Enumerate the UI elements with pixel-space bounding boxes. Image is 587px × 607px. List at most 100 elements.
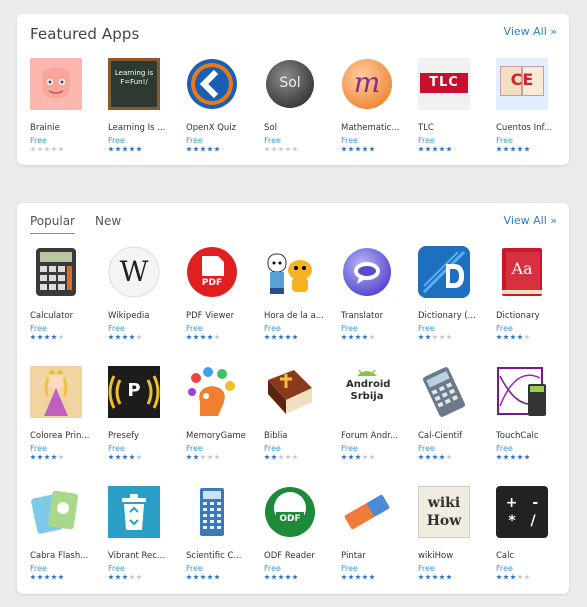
app-tile-odf-reader[interactable]: ODF ODF Reader Free <box>264 486 338 580</box>
star-icon <box>271 146 277 152</box>
calc-icon-text: + - * / <box>505 495 539 529</box>
star-icon <box>439 574 445 580</box>
star-icon <box>432 454 438 460</box>
star-icon <box>122 146 128 152</box>
cuentos-icon-text: CE <box>510 70 534 89</box>
star-icon <box>30 146 36 152</box>
app-tile-pintar[interactable]: Pintar Free <box>341 486 415 580</box>
star-icon <box>37 574 43 580</box>
app-tile-tlc[interactable]: TLC TLC Free <box>418 58 492 152</box>
app-tile-calculator[interactable]: Calculator Free <box>30 246 104 340</box>
star-icon <box>207 146 213 152</box>
app-price: Free <box>341 564 358 573</box>
app-tile-pdf-viewer[interactable]: PDF PDF Viewer Free <box>186 246 260 340</box>
app-tile-openx-quiz[interactable]: OpenX Quiz Free <box>186 58 260 152</box>
star-icon <box>186 146 192 152</box>
app-name: Cabra Flash... <box>30 551 89 561</box>
star-icon <box>503 334 509 340</box>
pdf-icon-text: PDF <box>201 278 223 288</box>
tab-popular[interactable]: Popular <box>30 214 75 234</box>
app-price: Free <box>108 564 125 573</box>
featured-view-all-link[interactable]: View All » <box>504 25 557 38</box>
star-icon <box>115 146 121 152</box>
star-icon <box>108 146 114 152</box>
app-tile-sol[interactable]: Sol Sol Free <box>264 58 338 152</box>
app-name: Calculator <box>30 311 74 321</box>
app-tile-mathematic[interactable]: m Mathematic... Free <box>341 58 415 152</box>
star-icon <box>193 574 199 580</box>
star-icon <box>207 574 213 580</box>
star-icon <box>362 334 368 340</box>
popular-view-all-link[interactable]: View All » <box>504 214 557 227</box>
star-icon <box>524 146 530 152</box>
app-tile-presefy[interactable]: P Presefy Free <box>108 366 182 460</box>
app-name: MemoryGame <box>186 431 246 441</box>
star-icon <box>341 146 347 152</box>
star-icon <box>30 334 36 340</box>
star-icon <box>51 454 57 460</box>
dict-icon-text: Aa <box>511 259 533 278</box>
star-rating <box>108 574 182 580</box>
calculator-icon <box>30 246 82 298</box>
app-tile-translator[interactable]: Translator Free <box>341 246 415 340</box>
app-tile-biblia[interactable]: Biblia Free <box>264 366 338 460</box>
star-icon <box>369 574 375 580</box>
app-tile-scientific-calc[interactable]: Scientific C... Free <box>186 486 260 580</box>
app-tile-brainie[interactable]: Brainie Free <box>30 58 104 152</box>
app-tile-calc[interactable]: + - * / Calc Free <box>496 486 570 580</box>
star-icon <box>503 454 509 460</box>
tab-new[interactable]: New <box>95 214 121 233</box>
popular-apps-card: Popular New View All » Calculator Free W… <box>17 203 569 594</box>
app-name: Calc <box>496 551 515 561</box>
star-icon <box>517 454 523 460</box>
app-tile-wikipedia[interactable]: W Wikipedia Free <box>108 246 182 340</box>
star-icon <box>285 574 291 580</box>
wikipedia-icon: W <box>108 246 160 298</box>
app-tile-cabra-flash[interactable]: Cabra Flash... Free <box>30 486 104 580</box>
app-tile-cuentos[interactable]: CE Cuentos Inf... Free <box>496 58 570 152</box>
star-rating <box>496 574 570 580</box>
star-icon <box>292 574 298 580</box>
star-icon <box>510 334 516 340</box>
star-rating <box>341 454 415 460</box>
star-icon <box>58 574 64 580</box>
star-rating <box>108 334 182 340</box>
star-icon <box>122 574 128 580</box>
presefy-icon: P <box>108 366 160 418</box>
star-icon <box>517 334 523 340</box>
star-icon <box>136 574 142 580</box>
star-icon <box>214 454 220 460</box>
app-tile-learning-is[interactable]: Learning is F=Fun!/ Learning Is ... Free <box>108 58 182 152</box>
app-tile-forum-android[interactable]: Android Srbija Forum Andr... Free <box>341 366 415 460</box>
app-tile-memorygame[interactable]: MemoryGame Free <box>186 366 260 460</box>
app-tile-touchcalc[interactable]: TouchCalc Free <box>496 366 570 460</box>
star-icon <box>496 334 502 340</box>
star-icon <box>214 334 220 340</box>
star-icon <box>432 574 438 580</box>
star-icon <box>355 454 361 460</box>
star-icon <box>355 334 361 340</box>
star-icon <box>446 574 452 580</box>
featured-apps-card: Featured Apps View All » Brainie Free Le… <box>17 14 569 165</box>
app-name: Dictionary <box>496 311 540 321</box>
star-icon <box>129 574 135 580</box>
star-rating <box>418 146 492 152</box>
app-tile-colorea[interactable]: Colorea Prin... Free <box>30 366 104 460</box>
star-icon <box>278 574 284 580</box>
app-price: Free <box>186 564 203 573</box>
star-icon <box>355 146 361 152</box>
app-tile-wikihow[interactable]: wiki How wikiHow Free <box>418 486 492 580</box>
star-icon <box>193 334 199 340</box>
app-tile-cal-cientif[interactable]: Cal-Cientif Free <box>418 366 492 460</box>
star-icon <box>439 334 445 340</box>
star-icon <box>425 574 431 580</box>
app-tile-vibrant-recycling[interactable]: Vibrant Rec... Free <box>108 486 182 580</box>
star-icon <box>207 334 213 340</box>
app-name: Vibrant Rec... <box>108 551 166 561</box>
app-tile-dictionary-d[interactable]: Dictionary (... Free <box>418 246 492 340</box>
app-price: Free <box>186 324 203 333</box>
star-rating <box>496 334 570 340</box>
eraser-icon <box>341 486 393 538</box>
app-tile-hora-de-la-aventura[interactable]: Hora de la a... Free <box>264 246 338 340</box>
app-tile-dictionary[interactable]: Aa Dictionary Free <box>496 246 570 340</box>
